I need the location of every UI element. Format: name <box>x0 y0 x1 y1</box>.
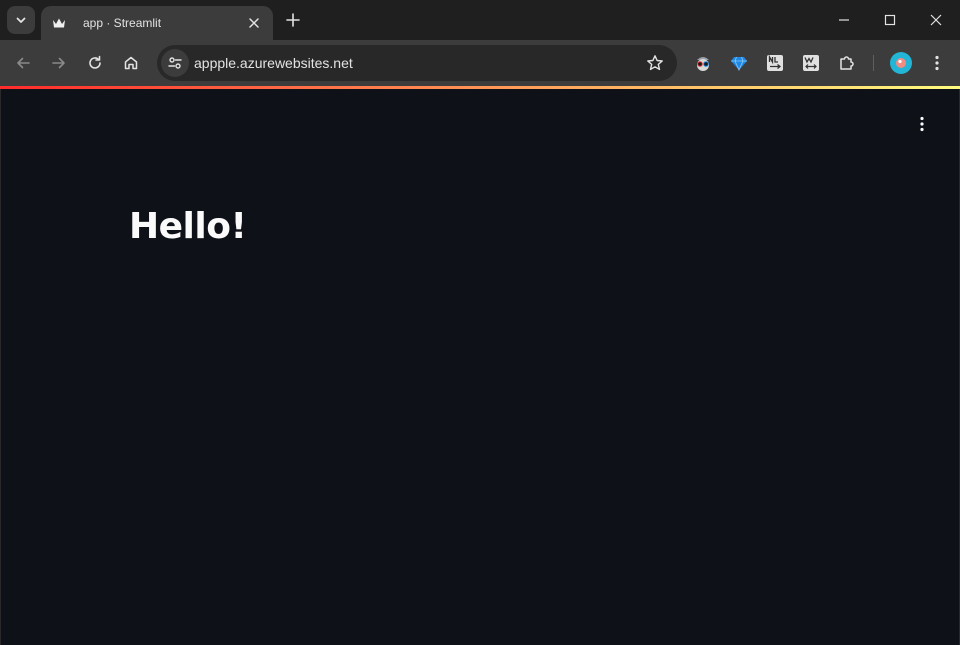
minimize-icon <box>839 19 849 21</box>
close-window-icon <box>930 14 942 26</box>
chevron-down-icon <box>16 17 26 23</box>
nl-translate-icon <box>767 54 783 71</box>
profile-avatar[interactable] <box>890 52 912 74</box>
address-bar[interactable]: appple.azurewebsites.net <box>157 45 677 81</box>
forward-button[interactable] <box>46 50 72 76</box>
minimize-button[interactable] <box>821 0 867 40</box>
arrow-right-icon <box>52 57 65 69</box>
extension-diamond-button[interactable] <box>728 52 750 74</box>
arrow-left-icon <box>17 57 30 69</box>
active-tab[interactable]: app · Streamlit <box>41 6 273 40</box>
close-icon[interactable] <box>245 14 263 32</box>
streamlit-crown-icon <box>51 15 67 31</box>
tune-icon <box>168 57 182 69</box>
streamlit-app: Hello! <box>0 89 960 645</box>
diamond-icon <box>731 56 747 71</box>
reload-icon <box>89 55 101 69</box>
browser-menu-button[interactable] <box>926 52 948 74</box>
puzzle-icon <box>840 56 854 70</box>
home-button[interactable] <box>118 50 144 76</box>
new-tab-button[interactable] <box>281 8 305 32</box>
avatar-icon <box>896 58 906 68</box>
plus-icon <box>286 13 300 27</box>
star-icon <box>647 55 663 71</box>
page-title: Hello! <box>129 206 247 247</box>
url-text[interactable]: appple.azurewebsites.net <box>194 55 353 71</box>
tab-search-button[interactable] <box>7 6 35 34</box>
site-info-button[interactable] <box>161 49 189 77</box>
extensions-button[interactable] <box>836 52 858 74</box>
tab-strip: app · Streamlit <box>0 0 960 40</box>
spy-glasses-icon <box>697 57 709 71</box>
home-icon <box>124 56 138 70</box>
word-swap-icon <box>803 55 819 71</box>
back-button[interactable] <box>10 50 36 76</box>
extension-spy-button[interactable] <box>692 52 714 74</box>
vertical-dots-icon <box>920 116 924 132</box>
toolbar-separator <box>873 55 874 71</box>
maximize-icon <box>884 14 896 26</box>
browser-toolbar: appple.azurewebsites.net <box>0 40 960 86</box>
tab-title: app · Streamlit <box>83 16 162 30</box>
vertical-dots-icon <box>935 55 939 71</box>
reload-button[interactable] <box>82 50 108 76</box>
bookmark-button[interactable] <box>645 53 665 73</box>
maximize-button[interactable] <box>867 0 913 40</box>
app-main-menu-button[interactable] <box>911 113 933 135</box>
close-window-button[interactable] <box>913 0 959 40</box>
extension-nl-button[interactable] <box>764 52 786 74</box>
extension-word-button[interactable] <box>800 52 822 74</box>
